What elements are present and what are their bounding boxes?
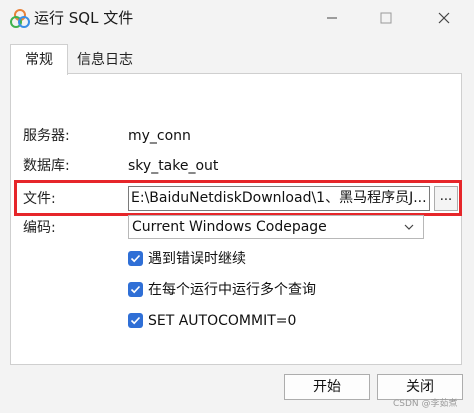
title-bar: 运行 SQL 文件 [0,0,474,36]
server-value: my_conn [128,128,191,144]
encoding-select[interactable]: Current Windows Codepage [128,215,424,239]
file-label: 文件: [23,191,56,207]
watermark: CSDN @李茹煮 [393,399,458,409]
option-label: 在每个运行中运行多个查询 [148,282,316,298]
checkbox-checked-icon[interactable] [128,251,143,266]
option-label: 遇到错误时继续 [148,251,246,267]
encoding-selected-value: Current Windows Codepage [132,219,327,235]
maximize-icon[interactable] [374,6,398,30]
chevron-down-icon [404,224,414,230]
window-title: 运行 SQL 文件 [34,9,134,27]
database-value: sky_take_out [128,158,219,174]
server-label: 服务器: [23,128,70,144]
start-button[interactable]: 开始 [284,374,370,400]
option-label: SET AUTOCOMMIT=0 [148,313,297,329]
dialog-body: 常规 信息日志 服务器: my_conn 数据库: sky_take_out 文… [0,36,474,413]
checkbox-checked-icon[interactable] [128,313,143,328]
close-button[interactable]: 关闭 [377,374,463,400]
database-label: 数据库: [23,158,70,174]
tab-general[interactable]: 常规 [10,44,68,75]
browse-button[interactable]: ... [434,186,458,211]
close-icon[interactable] [432,6,456,30]
file-path-input[interactable]: E:\BaiduNetdiskDownload\1、黑马程序员J... [128,186,430,211]
minimize-icon[interactable] [320,6,344,30]
navicat-logo-icon [10,9,30,28]
checkbox-checked-icon[interactable] [128,282,143,297]
encoding-label: 编码: [23,220,56,236]
general-panel: 服务器: my_conn 数据库: sky_take_out 文件: E:\Ba… [10,73,462,365]
tab-info-log[interactable]: 信息日志 [70,48,140,74]
